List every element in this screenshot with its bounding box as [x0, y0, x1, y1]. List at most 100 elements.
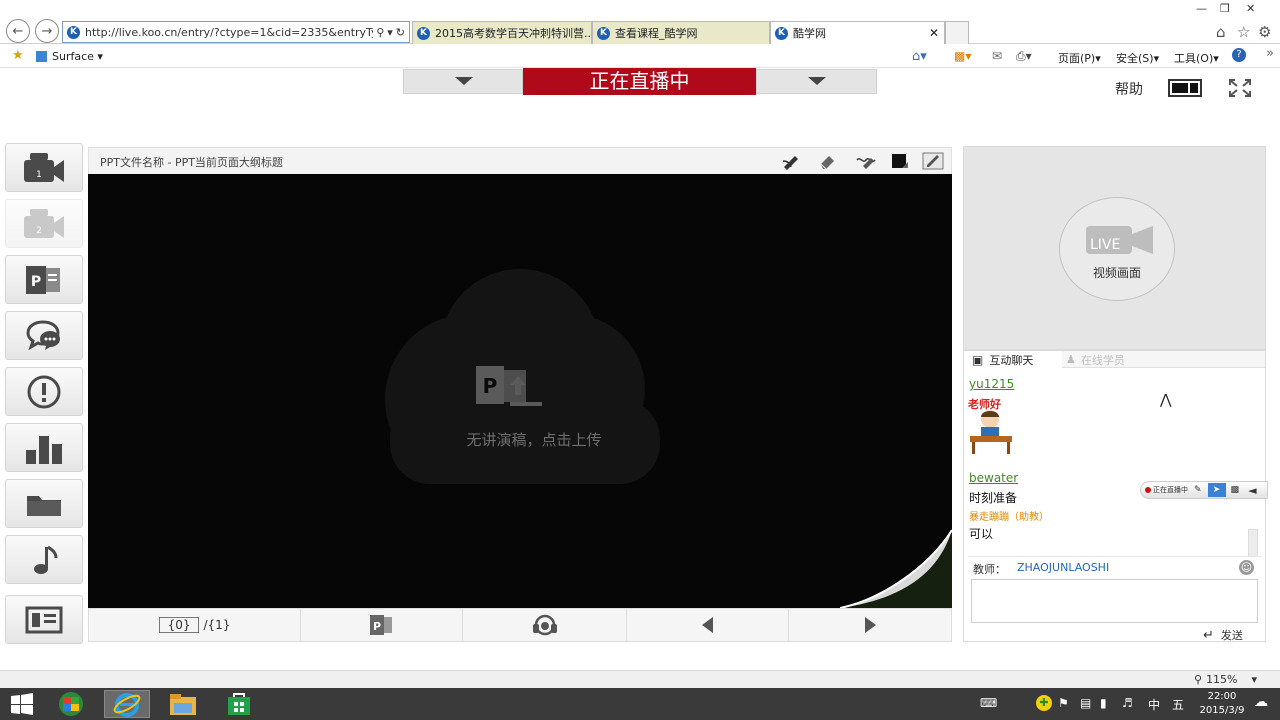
restore-icon[interactable]: ❐: [1220, 2, 1230, 15]
files-button[interactable]: [5, 479, 83, 528]
fullscreen-icon[interactable]: [1228, 78, 1252, 98]
mini-speaker-icon[interactable]: ◄: [1248, 484, 1256, 497]
video-camera-1-icon: 1: [24, 152, 64, 182]
overflow-icon[interactable]: »: [1266, 46, 1274, 61]
camera-2-button[interactable]: 2: [5, 199, 83, 248]
zoom-control[interactable]: ⚲ 115% ▾: [1194, 673, 1257, 686]
chat-user[interactable]: 暴走蹦蹦（助教）: [969, 508, 1049, 523]
clock[interactable]: 22:00 2015/3/9: [1196, 690, 1248, 720]
flag-icon[interactable]: ⚑: [1058, 696, 1069, 710]
upload-ppt-button[interactable]: P: [301, 609, 463, 641]
layout-toggle-icon[interactable]: [1168, 79, 1202, 97]
video-placeholder-circle: LIVE 视频画面: [1059, 197, 1175, 301]
taskbar-explorer[interactable]: [162, 690, 204, 718]
camera-1-button[interactable]: 1: [5, 143, 83, 192]
address-bar[interactable]: K http://live.koo.cn/entry/?ctype=1&cid=…: [62, 21, 410, 43]
favorites-add-icon[interactable]: ★: [12, 48, 24, 63]
chat-button[interactable]: [5, 311, 83, 360]
video-caption: 视频画面: [1092, 266, 1141, 280]
right-dropdown[interactable]: [756, 69, 877, 94]
volume-icon[interactable]: ♬: [1122, 696, 1133, 710]
clear-strokes-icon[interactable]: [855, 152, 877, 170]
battery-icon[interactable]: ▮: [1100, 696, 1107, 710]
rss-icon[interactable]: ▩▾: [954, 49, 971, 63]
favorites-item-surface[interactable]: Surface ▾: [36, 50, 103, 63]
emoji-icon[interactable]: ☺: [1239, 560, 1254, 575]
minimize-icon[interactable]: —: [1196, 2, 1207, 15]
tab-2[interactable]: K 酷学网 ✕: [770, 21, 945, 44]
new-tab-button[interactable]: [945, 21, 969, 44]
page-curl-icon[interactable]: [840, 528, 952, 608]
svg-text:1: 1: [36, 170, 42, 180]
tab-label: 2015高考数学百天冲刺特训营...: [435, 27, 592, 40]
edit-panel-icon[interactable]: [922, 151, 944, 171]
taskbar-media-center[interactable]: [50, 690, 92, 718]
taskbar-ie[interactable]: [104, 690, 150, 718]
forward-button[interactable]: →: [35, 19, 59, 43]
tools-menu[interactable]: 工具(O)▾: [1174, 50, 1219, 66]
back-button[interactable]: ←: [6, 19, 30, 43]
print-icon[interactable]: ⎙▾: [1016, 49, 1032, 64]
tab-chat[interactable]: ▣ 互动聊天: [964, 351, 1062, 369]
pen-icon[interactable]: [781, 152, 801, 170]
help-link[interactable]: 帮助: [1115, 79, 1143, 99]
close-window-icon[interactable]: ✕: [1246, 2, 1255, 15]
tab-close-icon[interactable]: ✕: [929, 26, 939, 40]
chat-input[interactable]: [971, 579, 1258, 623]
tab-label: 酷学网: [793, 27, 826, 40]
prev-page-button[interactable]: [627, 609, 789, 641]
search-icon[interactable]: ⚲: [376, 26, 384, 39]
network-icon[interactable]: ▤: [1080, 696, 1091, 710]
upload-hint[interactable]: 无讲演稿，点击上传: [374, 429, 694, 450]
alert-button[interactable]: [5, 367, 83, 416]
mini-camera-icon[interactable]: ▩: [1231, 485, 1240, 495]
keyboard-icon[interactable]: ⌨: [980, 696, 997, 710]
chat-user[interactable]: bewater: [969, 471, 1018, 485]
help-icon[interactable]: ?: [1232, 48, 1246, 62]
home-menu-icon[interactable]: ⌂▾: [912, 49, 927, 64]
svg-text:P: P: [31, 274, 41, 290]
mini-cursor-icon[interactable]: ➤: [1207, 483, 1226, 497]
taskbar-store[interactable]: [218, 690, 260, 718]
page-menu[interactable]: 页面(P)▾: [1058, 50, 1101, 66]
role-label: 教师：: [973, 563, 1006, 576]
eraser-icon[interactable]: [817, 152, 837, 170]
safety-menu[interactable]: 安全(S)▾: [1116, 50, 1159, 66]
next-page-button[interactable]: [789, 609, 951, 641]
mini-pen-icon[interactable]: ✎: [1194, 485, 1202, 495]
layout-button[interactable]: [5, 595, 83, 644]
mail-icon[interactable]: ✉: [992, 49, 1002, 63]
tab-1[interactable]: K 查看课程_酷学网: [592, 21, 770, 44]
page-current-input[interactable]: {0}: [158, 617, 200, 633]
ppt-button[interactable]: P: [5, 255, 83, 304]
favorites-star-icon[interactable]: ☆: [1237, 23, 1250, 41]
live-badge: LIVE: [1090, 237, 1121, 253]
home-icon[interactable]: ⌂: [1216, 23, 1226, 41]
refresh-icon[interactable]: ↻: [396, 26, 405, 39]
notification-icon[interactable]: ☁: [1254, 694, 1268, 710]
support-button[interactable]: [463, 609, 627, 641]
tab-0[interactable]: K 2015高考数学百天冲刺特训营...: [412, 21, 592, 44]
dropdown-icon[interactable]: ▾: [387, 26, 393, 39]
slide-canvas[interactable]: P 无讲演稿，点击上传: [88, 174, 952, 608]
ime-mode-icon[interactable]: 五: [1172, 696, 1184, 713]
chat-user[interactable]: yu1215: [969, 377, 1014, 391]
role-name[interactable]: ZHAOJUNLAOSHI: [1017, 561, 1109, 574]
slide-controls: {0} /{1} P: [88, 608, 952, 642]
color-picker-icon[interactable]: [890, 152, 910, 170]
stats-button[interactable]: [5, 423, 83, 472]
start-button[interactable]: [0, 690, 44, 718]
left-dropdown[interactable]: [403, 69, 523, 94]
input-method-icon[interactable]: 中: [1148, 696, 1160, 713]
zoom-dropdown-icon[interactable]: ▾: [1252, 673, 1258, 686]
tray-app-icon[interactable]: ✚: [1036, 695, 1052, 711]
powerpoint-small-icon: P: [369, 615, 392, 635]
gear-icon[interactable]: ⚙: [1258, 23, 1271, 41]
slide-header: PPT文件名称 - PPT当前页面大纲标题: [88, 147, 952, 174]
chat-message: 时刻准备: [969, 491, 1018, 505]
users-icon: ♟: [1066, 353, 1076, 366]
music-button[interactable]: [5, 535, 83, 584]
send-button[interactable]: ↵ 发送: [1203, 627, 1243, 643]
chat-scrollbar[interactable]: [1248, 529, 1258, 557]
tab-students[interactable]: ♟ 在线学员: [1062, 351, 1162, 368]
